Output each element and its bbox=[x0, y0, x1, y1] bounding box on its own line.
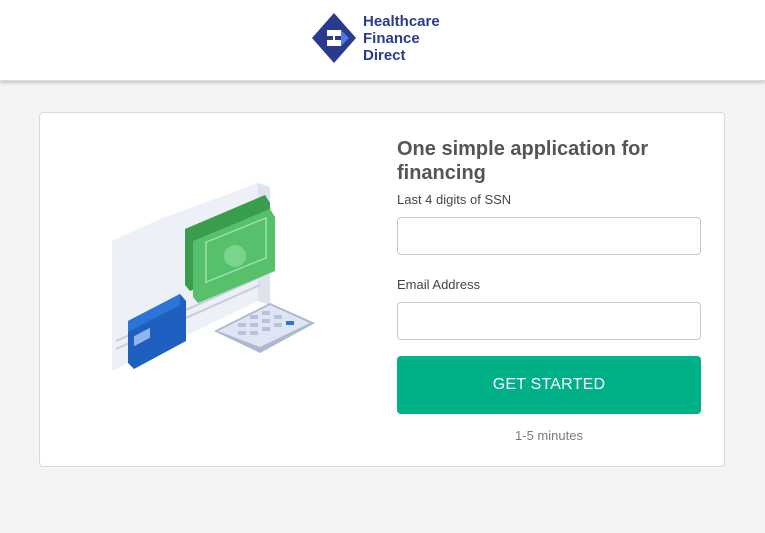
brand-name: Healthcare Finance Direct bbox=[363, 13, 440, 64]
application-card: One simple application for financing Las… bbox=[39, 112, 725, 467]
money-card-calculator-illustration bbox=[112, 183, 315, 371]
duration-text: 1-5 minutes bbox=[515, 428, 583, 443]
site-header: Healthcare Finance Direct bbox=[0, 0, 765, 81]
brand-line-3: Direct bbox=[363, 46, 406, 64]
hfd-logo-icon bbox=[312, 13, 356, 63]
ssn-input[interactable] bbox=[397, 217, 701, 255]
form-title: One simple application for financing bbox=[397, 138, 649, 184]
ssn-label: Last 4 digits of SSN bbox=[397, 192, 512, 207]
get-started-button[interactable]: GET STARTED bbox=[397, 356, 701, 414]
brand-line-2: Finance bbox=[363, 29, 420, 47]
brand-logo[interactable]: Healthcare Finance Direct bbox=[311, 12, 440, 64]
email-input[interactable] bbox=[397, 302, 701, 340]
brand-line-1: Healthcare bbox=[363, 12, 440, 30]
email-label: Email Address bbox=[397, 277, 481, 292]
application-form: One simple application for financing Las… bbox=[397, 137, 702, 443]
